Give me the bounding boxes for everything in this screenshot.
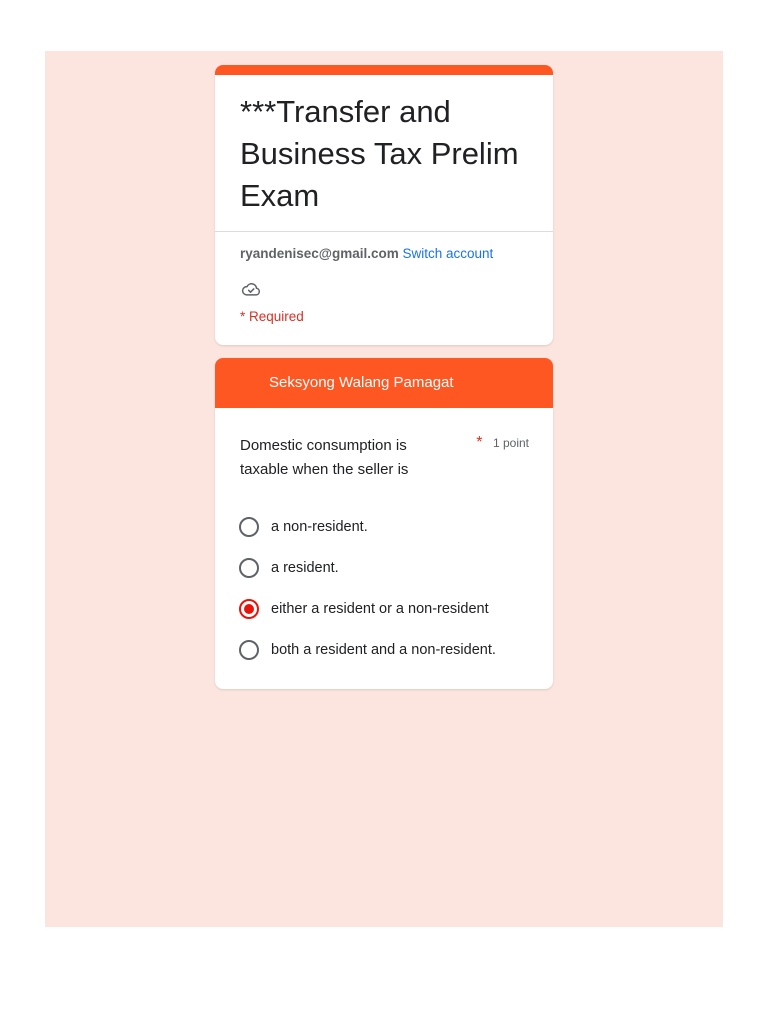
section-title: Seksyong Walang Pamagat: [215, 358, 553, 408]
account-email: ryandenisec@gmail.com: [240, 246, 399, 261]
points-indicator: * 1 point: [476, 434, 529, 452]
radio-button[interactable]: [239, 639, 259, 660]
account-row: ryandenisec@gmail.com Switch account: [240, 245, 528, 263]
option-either[interactable]: either a resident or a non-resident: [215, 588, 553, 629]
option-label: a resident.: [271, 559, 339, 576]
radio-button[interactable]: [239, 598, 259, 619]
radio-button[interactable]: [239, 516, 259, 537]
option-non-resident[interactable]: a non-resident.: [215, 506, 553, 547]
question-section-card: Seksyong Walang Pamagat Domestic consump…: [215, 358, 553, 689]
required-note: * Required: [240, 309, 304, 324]
question-text: Domestic consumption is taxable when the…: [240, 437, 409, 478]
cloud-check-icon: [241, 283, 261, 296]
option-label: both a resident and a non-resident.: [271, 641, 496, 658]
form-title: ***Transfer and Business Tax Prelim Exam: [240, 94, 519, 213]
divider: [215, 231, 553, 232]
header-accent-bar: [215, 65, 553, 75]
points-label: 1 point: [492, 436, 529, 450]
form-header-card: ***Transfer and Business Tax Prelim Exam…: [215, 65, 553, 345]
option-both[interactable]: both a resident and a non-resident.: [215, 629, 553, 670]
answer-options: a non-resident. a resident. either a res…: [215, 506, 553, 670]
radio-button[interactable]: [239, 557, 259, 578]
question-row: Domestic consumption is taxable when the…: [240, 434, 529, 482]
switch-account-link[interactable]: Switch account: [403, 246, 494, 261]
option-label: either a resident or a non-resident: [271, 600, 489, 617]
option-label: a non-resident.: [271, 518, 368, 535]
option-resident[interactable]: a resident.: [215, 547, 553, 588]
required-star: *: [476, 434, 483, 451]
